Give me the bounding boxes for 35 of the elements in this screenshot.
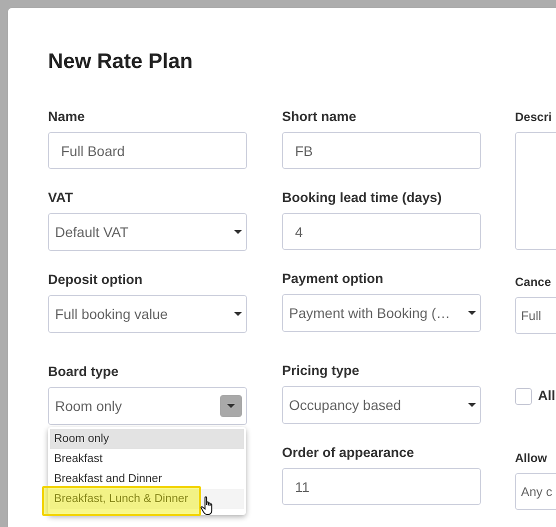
field-label: Name	[48, 108, 86, 126]
dropdown-option[interactable]: Breakfast	[50, 449, 244, 469]
field-label: Allow	[515, 450, 548, 468]
input-field[interactable]: Any c	[515, 473, 556, 510]
select-field[interactable]: Payment with Booking (…	[282, 294, 481, 332]
field-label: Deposit option	[48, 271, 144, 289]
select-field[interactable]: Default VAT	[48, 213, 247, 251]
input-field[interactable]: Full Board	[48, 132, 247, 169]
checkbox[interactable]	[515, 388, 532, 405]
input-field[interactable]: 4	[282, 213, 481, 250]
input-field[interactable]: 11	[282, 468, 481, 505]
field-label: Order of appearance	[282, 444, 416, 462]
caret-icon	[220, 395, 242, 417]
dropdown-option[interactable]: Breakfast and Dinner	[50, 469, 244, 489]
field-label: VAT	[48, 189, 74, 207]
checkbox-label: All	[538, 387, 556, 405]
caret-icon	[468, 311, 476, 315]
field-label: Pricing type	[282, 362, 360, 380]
select-field[interactable]: Occupancy based	[282, 386, 481, 424]
dropdown-option[interactable]: Room only	[50, 429, 244, 449]
input-field[interactable]: Full	[515, 297, 556, 334]
select-field[interactable]: Room only	[48, 387, 247, 425]
field-label: Payment option	[282, 270, 384, 288]
caret-icon	[468, 403, 476, 407]
field-label: Short name	[282, 108, 358, 126]
select-field[interactable]: Full booking value	[48, 295, 247, 333]
dialog-title: New Rate Plan	[48, 49, 194, 75]
input-field[interactable]: FB	[282, 132, 481, 169]
field-label: Booking lead time (days)	[282, 189, 443, 207]
caret-icon	[234, 312, 242, 316]
caret-icon	[234, 230, 242, 234]
field-label: Board type	[48, 363, 120, 381]
field-label: Descri	[515, 109, 553, 126]
dropdown-option[interactable]: Breakfast, Lunch & Dinner	[50, 489, 244, 509]
field-label: Cance	[515, 274, 552, 291]
